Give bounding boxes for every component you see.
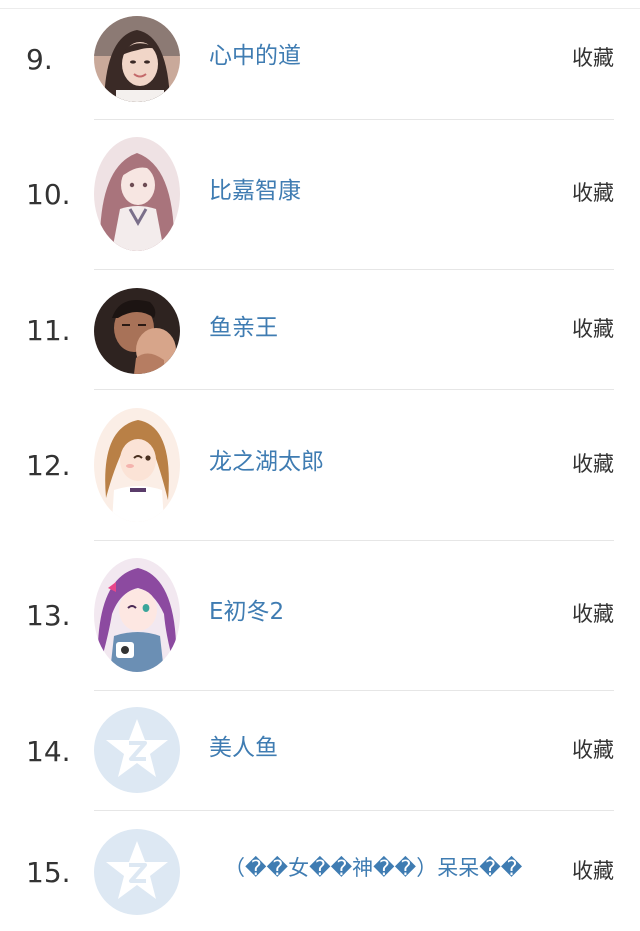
- rank-number: 14.: [26, 735, 71, 768]
- rank-number: 9.: [26, 43, 53, 76]
- user-name-link[interactable]: E初冬2: [209, 601, 284, 624]
- row-divider: [94, 119, 614, 120]
- user-name-link[interactable]: 美人鱼: [209, 737, 278, 760]
- collect-button[interactable]: 收藏: [572, 454, 614, 475]
- collect-button[interactable]: 收藏: [572, 604, 614, 625]
- user-name-link[interactable]: 鱼亲王: [209, 317, 278, 340]
- avatar-photo-man-icon[interactable]: [94, 288, 180, 374]
- collect-button[interactable]: 收藏: [572, 48, 614, 69]
- avatar-anime-girl-icon[interactable]: [94, 558, 180, 672]
- user-name-link[interactable]: 心中的道: [209, 45, 301, 68]
- top-divider: [0, 8, 640, 9]
- default-qzone-avatar-icon[interactable]: [94, 829, 180, 915]
- row-divider: [94, 389, 614, 390]
- user-name-link[interactable]: 比嘉智康: [209, 180, 301, 203]
- avatar-photo-woman-icon[interactable]: [94, 16, 180, 102]
- row-divider: [94, 269, 614, 270]
- row-divider: [94, 810, 614, 811]
- rank-number: 10.: [26, 178, 71, 211]
- rank-number: 15.: [26, 856, 71, 889]
- collect-button[interactable]: 收藏: [572, 319, 614, 340]
- user-name-link[interactable]: （��女��神��）呆呆��: [224, 858, 522, 879]
- ranking-list-page: 9. 心中的道 收藏 10. 比嘉智康 收藏 11. 鱼亲王 收藏 12. 龙之…: [0, 0, 640, 931]
- avatar-anime-girl-icon[interactable]: [94, 408, 180, 522]
- default-qzone-avatar-icon[interactable]: [94, 707, 180, 793]
- avatar-anime-girl-icon[interactable]: [94, 137, 180, 251]
- collect-button[interactable]: 收藏: [572, 861, 614, 882]
- collect-button[interactable]: 收藏: [572, 740, 614, 761]
- collect-button[interactable]: 收藏: [572, 183, 614, 204]
- rank-number: 11.: [26, 314, 71, 347]
- rank-number: 12.: [26, 449, 71, 482]
- user-name-link[interactable]: 龙之湖太郎: [209, 451, 324, 474]
- row-divider: [94, 690, 614, 691]
- rank-number: 13.: [26, 599, 71, 632]
- row-divider: [94, 540, 614, 541]
